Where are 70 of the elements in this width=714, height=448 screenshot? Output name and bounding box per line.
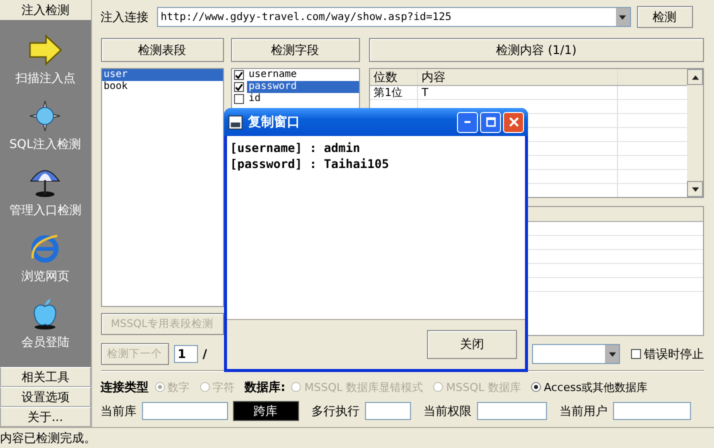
- sidebar-label: SQL注入检测: [9, 136, 82, 153]
- radio-label: MSSQL 数据库: [446, 380, 521, 394]
- sidebar-label: 扫描注入点: [15, 70, 76, 87]
- input-field[interactable]: [476, 402, 547, 420]
- scroll-down-icon[interactable]: [692, 186, 698, 192]
- field-label: 多行执行: [312, 402, 360, 420]
- sidebar-label: 浏览网页: [21, 268, 70, 285]
- close-dialog-button[interactable]: 关闭: [427, 330, 517, 359]
- tables-header-button[interactable]: 检测表段: [100, 38, 224, 62]
- column-header[interactable]: 内容: [418, 69, 618, 85]
- field-label: 当前用户: [560, 402, 608, 420]
- maximize-button[interactable]: [480, 112, 501, 132]
- field-item[interactable]: username: [246, 69, 359, 81]
- close-icon: [508, 117, 518, 127]
- checkbox-label: 错误时停止: [644, 346, 704, 362]
- table-item[interactable]: book: [102, 81, 223, 93]
- radio-button[interactable]: [530, 382, 541, 392]
- connection-type-label: 连接类型: [100, 378, 149, 396]
- sidebar-label: 会员登陆: [21, 334, 70, 351]
- radio-label: Access或其他数据库: [544, 380, 648, 394]
- sidebar-button[interactable]: 设置选项: [0, 387, 91, 408]
- field-item[interactable]: password: [246, 81, 359, 93]
- text-line: [username] : admin: [230, 140, 362, 156]
- scrollbar[interactable]: [687, 69, 703, 197]
- sql-icon: [228, 114, 243, 130]
- sidebar-label: 管理入口检测: [9, 202, 82, 219]
- compass-icon: [28, 100, 62, 132]
- cross-db-button[interactable]: 跨库: [232, 401, 299, 421]
- database-label: 数据库:: [244, 378, 286, 396]
- input-field[interactable]: [612, 402, 691, 420]
- detect-button[interactable]: 检测: [636, 6, 693, 28]
- page-input[interactable]: 1: [174, 345, 198, 363]
- close-button[interactable]: [503, 112, 524, 132]
- status-text: 内容已检测完成。: [0, 430, 96, 447]
- checkbox[interactable]: [234, 70, 244, 80]
- url-combo[interactable]: http://www.gdyy-travel.com/way/show.asp?id=125: [156, 7, 631, 27]
- table-cell: T: [418, 86, 618, 99]
- text-area[interactable]: [username] : admin [password] : Taihai105: [227, 136, 525, 320]
- checkbox[interactable]: [234, 82, 244, 92]
- url-label: 注入连接: [100, 8, 149, 26]
- input-field[interactable]: [364, 402, 411, 420]
- table-item[interactable]: user: [102, 69, 223, 81]
- text-line: [password] : Taihai105: [230, 156, 390, 172]
- checkbox[interactable]: [631, 349, 641, 359]
- sidebar-button[interactable]: 关于...: [0, 407, 91, 428]
- separator-text: /: [202, 347, 207, 361]
- dialog-title: 复制窗口: [248, 114, 301, 131]
- sidebar-button[interactable]: 相关工具: [0, 367, 91, 388]
- radio-label: MSSQL 数据库显错模式: [304, 380, 424, 394]
- input-field[interactable]: [142, 402, 228, 420]
- radio-label: 数字: [168, 380, 190, 394]
- arrow-icon: [28, 34, 62, 66]
- sidebar-item[interactable]: SQL注入检测: [9, 100, 82, 160]
- field-item[interactable]: id: [246, 93, 359, 105]
- sidebar-item[interactable]: 浏览网页: [21, 232, 70, 292]
- field-label: 当前权限: [424, 402, 472, 420]
- column-header[interactable]: 位数: [370, 69, 418, 85]
- minimize-button[interactable]: [457, 112, 478, 132]
- scroll-up-icon[interactable]: [692, 74, 698, 80]
- sidebar-item[interactable]: 扫描注入点: [15, 34, 76, 94]
- checkbox[interactable]: [234, 94, 244, 104]
- current-db-label: 当前库: [100, 402, 137, 420]
- sidebar-item[interactable]: 会员登陆: [21, 298, 70, 358]
- radio-label: 字符: [212, 380, 235, 394]
- maximize-icon: [486, 117, 496, 127]
- content-header-button[interactable]: 检测内容 (1/1): [368, 38, 704, 62]
- minimize-icon: [464, 121, 471, 123]
- table-cell: 第1位: [370, 86, 418, 99]
- sidebar-item[interactable]: 管理入口检测: [9, 166, 82, 226]
- fields-header-button[interactable]: 检测字段: [230, 38, 360, 62]
